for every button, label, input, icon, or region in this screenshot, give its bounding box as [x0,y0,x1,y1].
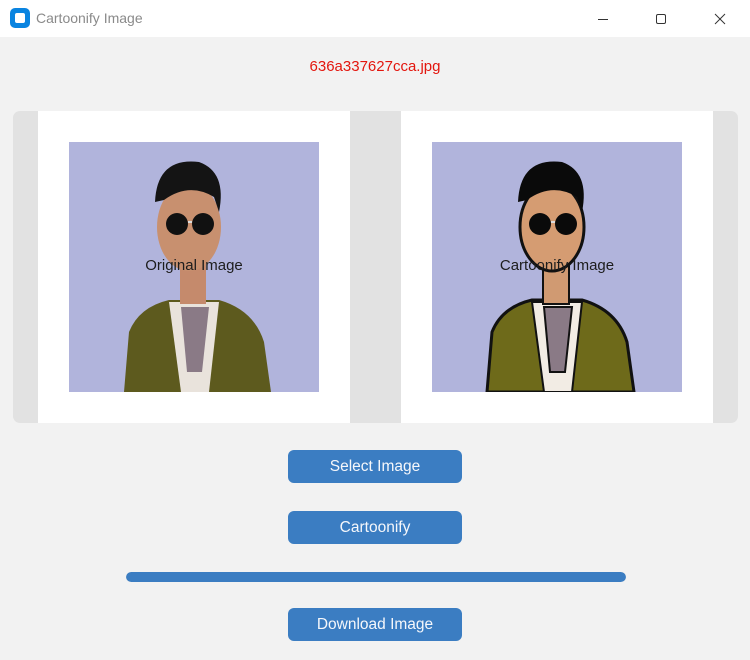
maximize-button[interactable] [638,0,684,37]
minimize-icon [598,18,608,20]
original-image: Original Image [69,142,319,392]
app-icon [10,8,30,28]
close-button[interactable] [697,0,743,37]
file-name-label: 636a337627cca.jpg [309,58,441,75]
title-bar: Cartoonify Image [0,0,750,37]
select-image-button[interactable]: Select Image [288,450,462,483]
minimize-button[interactable] [580,0,626,37]
cartoonify-button[interactable]: Cartoonify [288,511,462,544]
close-icon [714,13,726,24]
original-image-label: Original Image [145,257,243,274]
cartoon-image-label: Cartoonify Image [499,257,615,274]
window-title: Cartoonify Image [36,10,143,26]
progress-bar [126,572,626,582]
progress-fill [126,572,626,582]
download-image-button[interactable]: Download Image [288,608,462,641]
cartoon-image: Cartoonify Image [432,142,682,392]
maximize-icon [656,13,666,24]
